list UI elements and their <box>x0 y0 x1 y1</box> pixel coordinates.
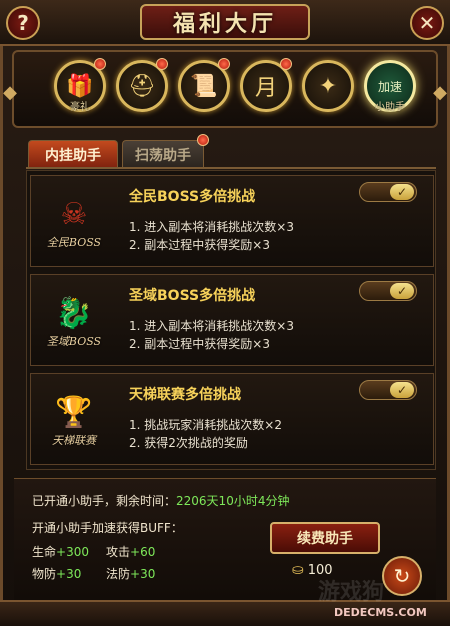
return-button[interactable]: ↻ <box>382 556 422 596</box>
status-remaining-time: 2206天10小时4分钟 <box>176 494 290 508</box>
helmet-icon: ⛑ <box>128 73 156 99</box>
dragon-icon: 🐉 <box>55 295 93 331</box>
status-line: 已开通小助手，剩余时间：2206天10小时4分钟 <box>32 492 289 509</box>
card-line-2: 2. 副本过程中获得奖励×3 <box>129 238 270 252</box>
feature-crystal-button[interactable]: ✦ <box>302 60 354 112</box>
watermark: 游戏狗 <box>318 580 385 605</box>
stat-attack: 攻击+60 <box>106 543 155 560</box>
crystal-icon: ✦ <box>318 73 338 99</box>
help-icon: ? <box>17 11 29 35</box>
card-title: 天梯联赛多倍挑战 <box>129 387 241 403</box>
check-icon: ✓ <box>390 382 414 398</box>
renew-assistant-label: 续费助手 <box>297 531 353 547</box>
card-toggle[interactable]: ✓ <box>359 380 417 400</box>
return-icon: ↻ <box>393 564 411 588</box>
tab-internal-assistant-label: 内挂助手 <box>45 147 101 164</box>
card-emblem-label: 全民BOSS <box>46 236 102 249</box>
close-button[interactable]: ✕ <box>410 6 444 40</box>
title-bar: ? 福利大厅 ✕ <box>0 0 450 46</box>
feature-calendar-badge <box>280 58 292 70</box>
title-plate: 福利大厅 <box>140 4 310 40</box>
demon-skull-icon: ☠ <box>60 196 88 232</box>
stat-phys-def: 物防+30 <box>32 565 81 582</box>
feature-helmet-badge <box>156 58 168 70</box>
feature-assistant-label: 小助手 <box>375 102 405 113</box>
status-prefix: 已开通小助手，剩余时间： <box>32 494 177 508</box>
card-toggle[interactable]: ✓ <box>359 281 417 301</box>
stat-magic-def: 法防+30 <box>106 565 155 582</box>
card-title: 圣域BOSS多倍挑战 <box>129 288 256 304</box>
help-button[interactable]: ? <box>6 6 40 40</box>
tab-sweep-assistant[interactable]: 扫荡助手 <box>122 140 204 168</box>
stat-value: +30 <box>130 567 156 581</box>
tab-internal-assistant[interactable]: 内挂助手 <box>28 140 118 168</box>
stat-name: 生命 <box>32 545 57 559</box>
window-title: 福利大厅 <box>172 11 277 37</box>
assistant-card: 🏆 天梯联赛 天梯联赛多倍挑战 1. 挑战玩家消耗挑战次数×2 2. 获得2次挑… <box>30 373 434 465</box>
buff-title: 开通小助手加速获得BUFF： <box>32 521 183 535</box>
scroll-icon: 📜 <box>190 73 218 99</box>
assistant-icon: 加速 <box>377 79 402 94</box>
card-emblem-label: 天梯联赛 <box>52 434 96 447</box>
watermark-site: DEDECMS.COM <box>334 606 427 619</box>
stat-name: 物防 <box>32 567 57 581</box>
stat-value: +60 <box>130 545 156 559</box>
scroll-right-arrow-icon[interactable]: ◆ <box>432 80 448 104</box>
stat-name: 法防 <box>106 567 131 581</box>
gold-ingot-icon: ⛀ <box>292 562 304 578</box>
feature-gift-label: 豪礼 <box>70 102 90 113</box>
assistant-card: ☠ 全民BOSS 全民BOSS多倍挑战 1. 进入副本将消耗挑战次数×3 2. … <box>30 175 434 267</box>
card-emblem-label: 圣域BOSS <box>46 335 102 348</box>
stat-value: +30 <box>56 567 82 581</box>
scroll-left-arrow-icon[interactable]: ◆ <box>2 80 18 104</box>
card-line-1: 1. 挑战玩家消耗挑战次数×2 <box>129 418 282 432</box>
stat-value: +300 <box>56 545 89 559</box>
stat-hp: 生命+300 <box>32 543 89 560</box>
card-title: 全民BOSS多倍挑战 <box>129 189 256 205</box>
tab-sweep-badge <box>197 134 209 146</box>
card-line-1: 1. 进入副本将消耗挑战次数×3 <box>129 319 294 333</box>
card-line-2: 2. 获得2次挑战的奖励 <box>129 436 248 450</box>
check-icon: ✓ <box>390 184 414 200</box>
feature-gift-badge <box>94 58 106 70</box>
close-icon: ✕ <box>418 11 436 35</box>
tab-sweep-assistant-label: 扫荡助手 <box>135 147 191 164</box>
card-line-1: 1. 进入副本将消耗挑战次数×3 <box>129 220 294 234</box>
calendar-icon: 月 <box>254 76 277 101</box>
check-icon: ✓ <box>390 283 414 299</box>
assistant-card: 🐉 圣域BOSS 圣域BOSS多倍挑战 1. 进入副本将消耗挑战次数×3 2. … <box>30 274 434 366</box>
trophy-icon: 🏆 <box>55 394 93 430</box>
tab-divider <box>26 167 436 169</box>
feature-scroll-badge <box>218 58 230 70</box>
renew-assistant-button[interactable]: 续费助手 <box>270 522 380 554</box>
stat-name: 攻击 <box>106 545 131 559</box>
card-line-2: 2. 副本过程中获得奖励×3 <box>129 337 270 351</box>
gift-icon: 🎁 <box>66 73 94 99</box>
card-toggle[interactable]: ✓ <box>359 182 417 202</box>
